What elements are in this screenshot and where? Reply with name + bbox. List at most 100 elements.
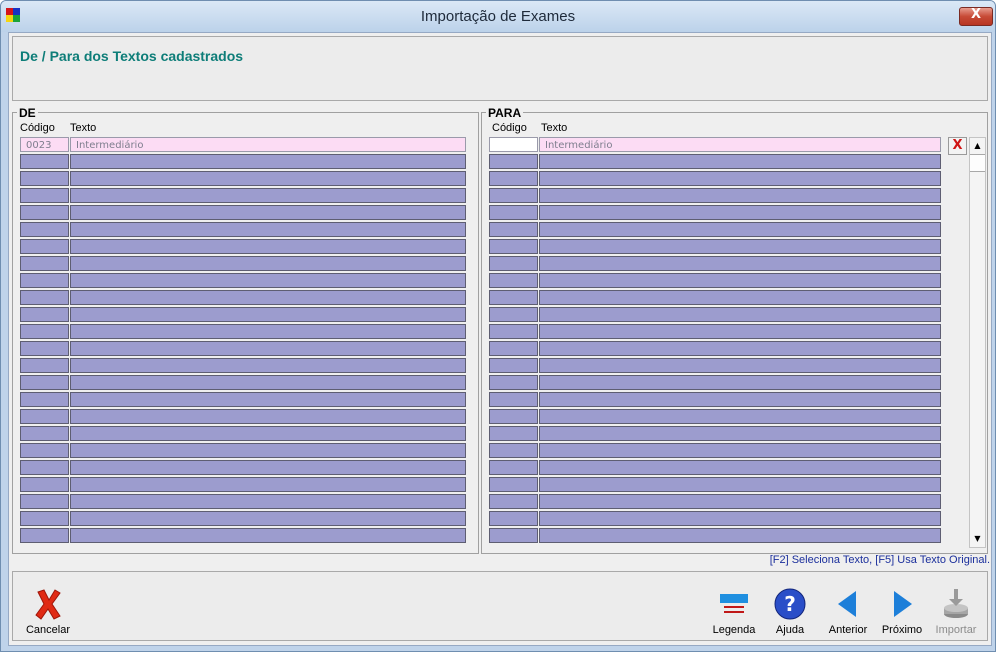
para-codigo-cell[interactable]	[489, 341, 538, 356]
para-table-row[interactable]	[489, 290, 941, 307]
para-texto-cell[interactable]	[539, 239, 941, 254]
de-texto-cell[interactable]	[70, 273, 466, 288]
de-codigo-cell[interactable]	[20, 375, 69, 390]
de-texto-cell[interactable]	[70, 460, 466, 475]
para-texto-cell[interactable]	[539, 341, 941, 356]
para-codigo-cell[interactable]	[489, 324, 538, 339]
para-codigo-cell[interactable]	[489, 188, 538, 203]
de-table-row[interactable]	[20, 392, 466, 409]
para-codigo-cell[interactable]	[489, 409, 538, 424]
de-codigo-cell[interactable]	[20, 494, 69, 509]
de-table-row[interactable]	[20, 290, 466, 307]
de-codigo-cell[interactable]	[20, 188, 69, 203]
de-table-row[interactable]	[20, 375, 466, 392]
next-button[interactable]: Próximo	[879, 586, 925, 636]
para-table-row[interactable]	[489, 409, 941, 426]
de-table-row[interactable]	[20, 256, 466, 273]
para-texto-cell[interactable]	[539, 171, 941, 186]
para-scrollbar[interactable]: ▲ ▼	[969, 137, 986, 548]
de-table-row[interactable]	[20, 341, 466, 358]
de-codigo-cell[interactable]	[20, 477, 69, 492]
de-texto-cell[interactable]	[70, 341, 466, 356]
de-codigo-cell[interactable]	[20, 341, 69, 356]
de-texto-cell[interactable]	[70, 256, 466, 271]
para-texto-cell[interactable]	[539, 188, 941, 203]
para-codigo-cell[interactable]	[489, 307, 538, 322]
de-codigo-cell[interactable]	[20, 511, 69, 526]
para-table-row[interactable]	[489, 154, 941, 171]
para-codigo-cell[interactable]	[489, 154, 538, 169]
de-texto-cell[interactable]	[70, 409, 466, 424]
para-texto-cell[interactable]	[539, 273, 941, 288]
de-texto-cell[interactable]	[70, 494, 466, 509]
para-table-row[interactable]	[489, 239, 941, 256]
para-table-row[interactable]	[489, 460, 941, 477]
para-texto-cell[interactable]	[539, 375, 941, 390]
para-texto-cell[interactable]	[539, 511, 941, 526]
de-texto-cell[interactable]	[70, 358, 466, 373]
para-codigo-cell[interactable]	[489, 494, 538, 509]
para-texto-cell[interactable]	[539, 409, 941, 424]
de-table-row[interactable]	[20, 426, 466, 443]
para-codigo-cell[interactable]	[489, 358, 538, 373]
de-codigo-cell[interactable]	[20, 426, 69, 441]
de-codigo-cell[interactable]	[20, 154, 69, 169]
de-table-row[interactable]	[20, 307, 466, 324]
de-table-row[interactable]	[20, 494, 466, 511]
para-table-row[interactable]	[489, 205, 941, 222]
para-codigo-cell[interactable]	[489, 460, 538, 475]
de-table-row[interactable]	[20, 188, 466, 205]
de-table-row[interactable]	[20, 222, 466, 239]
de-codigo-cell[interactable]	[20, 205, 69, 220]
de-table-row[interactable]	[20, 205, 466, 222]
de-texto-cell[interactable]	[70, 324, 466, 339]
para-texto-cell[interactable]	[539, 443, 941, 458]
para-texto-cell[interactable]	[539, 256, 941, 271]
de-texto-cell[interactable]	[70, 154, 466, 169]
de-texto-cell[interactable]	[70, 392, 466, 407]
de-codigo-cell[interactable]	[20, 528, 69, 543]
de-table-row[interactable]	[20, 273, 466, 290]
para-codigo-cell[interactable]	[489, 273, 538, 288]
de-texto-cell[interactable]	[70, 239, 466, 254]
para-codigo-cell[interactable]	[489, 290, 538, 305]
de-codigo-cell[interactable]	[20, 443, 69, 458]
para-table-row[interactable]	[489, 188, 941, 205]
de-texto-cell[interactable]	[70, 528, 466, 543]
para-texto-cell[interactable]	[539, 528, 941, 543]
para-codigo-cell[interactable]	[489, 392, 538, 407]
para-texto-cell[interactable]: Intermediário	[539, 137, 941, 152]
para-table-row[interactable]	[489, 375, 941, 392]
import-button[interactable]: Importar	[931, 586, 981, 636]
de-texto-cell[interactable]	[70, 205, 466, 220]
para-codigo-cell[interactable]	[489, 443, 538, 458]
de-codigo-cell[interactable]	[20, 307, 69, 322]
para-codigo-cell[interactable]	[489, 477, 538, 492]
para-table-row[interactable]	[489, 358, 941, 375]
para-table-row[interactable]	[489, 477, 941, 494]
de-table-row[interactable]	[20, 460, 466, 477]
para-codigo-cell[interactable]	[489, 137, 538, 152]
de-codigo-cell[interactable]	[20, 392, 69, 407]
para-table-row[interactable]	[489, 528, 941, 545]
de-table-row[interactable]	[20, 358, 466, 375]
para-texto-cell[interactable]	[539, 358, 941, 373]
title-bar[interactable]: Importação de Exames X	[1, 1, 995, 32]
para-codigo-cell[interactable]	[489, 256, 538, 271]
de-texto-cell[interactable]	[70, 188, 466, 203]
para-texto-cell[interactable]	[539, 494, 941, 509]
previous-button[interactable]: Anterior	[825, 586, 871, 636]
de-texto-cell[interactable]	[70, 426, 466, 441]
scroll-up-arrow-icon[interactable]: ▲	[970, 138, 985, 154]
de-table-row[interactable]	[20, 324, 466, 341]
de-table-row[interactable]	[20, 511, 466, 528]
de-codigo-cell[interactable]	[20, 290, 69, 305]
para-codigo-cell[interactable]	[489, 528, 538, 543]
scroll-thumb[interactable]	[970, 154, 985, 172]
para-codigo-cell[interactable]	[489, 222, 538, 237]
para-table-row[interactable]	[489, 341, 941, 358]
de-codigo-cell[interactable]	[20, 273, 69, 288]
para-table-row[interactable]	[489, 273, 941, 290]
de-texto-cell[interactable]	[70, 171, 466, 186]
para-texto-cell[interactable]	[539, 290, 941, 305]
